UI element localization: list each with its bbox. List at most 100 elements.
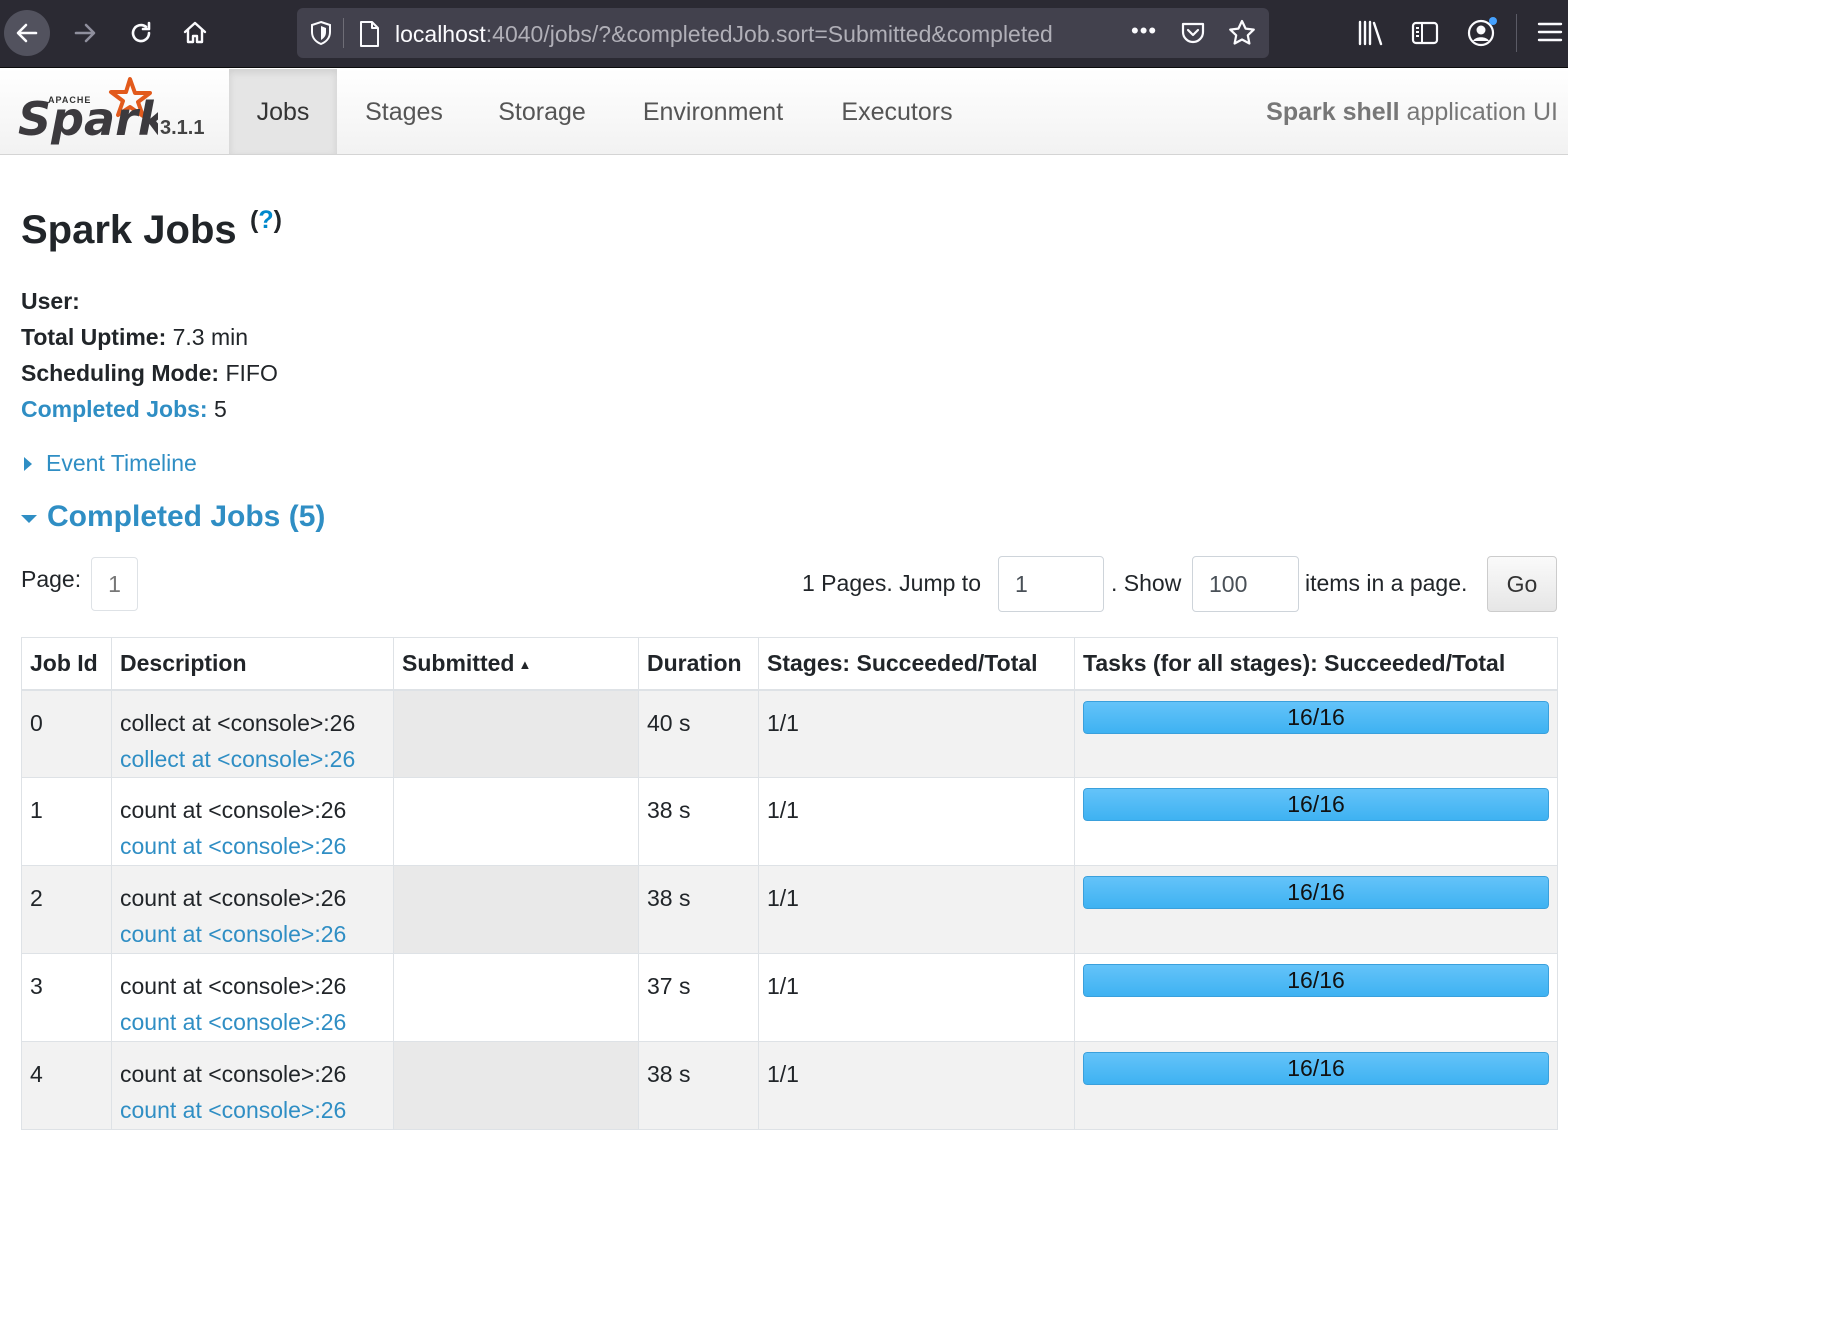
completed-jobs-count: 5 xyxy=(207,396,227,422)
forward-button[interactable] xyxy=(62,10,108,56)
tasks-progress-bar: 16/16 xyxy=(1083,788,1549,821)
submitted-cell xyxy=(393,689,639,778)
app-title: Spark shell application UI xyxy=(1266,69,1558,155)
back-button[interactable] xyxy=(4,10,50,56)
spark-navbar: APACHE Spark 3.1.1 Jobs Stages Storage E… xyxy=(0,69,1568,155)
header-duration[interactable]: Duration xyxy=(638,637,759,691)
job-description-link[interactable]: count at <console>:26 xyxy=(120,1092,385,1128)
tasks-progress-bar: 16/16 xyxy=(1083,876,1549,909)
stages-cell: 1/1 xyxy=(758,689,1075,778)
tab-stages[interactable]: Stages xyxy=(341,69,467,154)
table-row: 1 count at <console>:26 count at <console… xyxy=(21,777,1558,866)
table-header-row: Job Id Description Submitted ▲ Duration S… xyxy=(21,637,1558,691)
progress-label: 16/16 xyxy=(1287,703,1345,730)
url-bar[interactable]: localhost:4040/jobs/?&completedJob.sort=… xyxy=(297,8,1269,58)
spark-logo[interactable]: APACHE Spark xyxy=(18,73,171,149)
header-stages[interactable]: Stages: Succeeded/Total xyxy=(758,637,1075,691)
tab-environment[interactable]: Environment xyxy=(620,69,806,154)
page-size-input[interactable]: 100 xyxy=(1192,556,1299,612)
submitted-cell xyxy=(393,777,639,866)
job-description-text: count at <console>:26 xyxy=(120,885,347,911)
pocket-icon[interactable] xyxy=(1179,19,1207,52)
summary-uptime: Total Uptime: 7.3 min xyxy=(21,319,278,355)
shield-icon[interactable] xyxy=(309,20,333,51)
url-text[interactable]: localhost:4040/jobs/?&completedJob.sort=… xyxy=(395,20,1115,48)
url-host: localhost xyxy=(395,21,486,47)
tab-jobs[interactable]: Jobs xyxy=(229,69,337,154)
page-number-button[interactable]: 1 xyxy=(91,557,138,611)
page-actions-more-icon[interactable]: ••• xyxy=(1131,18,1157,44)
table-row: 3 count at <console>:26 count at <console… xyxy=(21,953,1558,1042)
description-cell: count at <console>:26 count at <console>:… xyxy=(111,865,394,954)
app-title-suffix: application UI xyxy=(1399,98,1559,126)
page-label: Page: xyxy=(21,566,82,592)
tasks-cell: 16/16 xyxy=(1074,865,1558,954)
tasks-progress-bar: 16/16 xyxy=(1083,964,1549,997)
scheduling-value: FIFO xyxy=(219,360,278,386)
description-cell: collect at <console>:26 collect at <conso… xyxy=(111,689,394,778)
header-description[interactable]: Description xyxy=(111,637,394,691)
job-description-link[interactable]: count at <console>:26 xyxy=(120,916,385,952)
go-button[interactable]: Go xyxy=(1487,556,1557,612)
hamburger-menu-icon[interactable] xyxy=(1536,18,1564,51)
tasks-cell: 16/16 xyxy=(1074,689,1558,778)
job-description-link[interactable]: count at <console>:26 xyxy=(120,828,385,864)
help-question-icon[interactable]: ? xyxy=(258,206,273,234)
account-icon[interactable] xyxy=(1466,16,1498,53)
completed-jobs-link[interactable]: Completed Jobs: xyxy=(21,396,208,422)
job-description-text: count at <console>:26 xyxy=(120,797,347,823)
pages-jump-label: 1 Pages. Jump to xyxy=(802,570,981,596)
table-row: 0 collect at <console>:26 collect at <con… xyxy=(21,689,1558,778)
header-tasks[interactable]: Tasks (for all stages): Succeeded/Total xyxy=(1074,637,1558,691)
description-cell: count at <console>:26 count at <console>:… xyxy=(111,1041,394,1130)
completed-jobs-toggle[interactable]: Completed Jobs (5) xyxy=(21,500,325,534)
tasks-cell: 16/16 xyxy=(1074,953,1558,1042)
caret-down-icon xyxy=(21,515,37,523)
event-timeline-toggle[interactable]: Event Timeline xyxy=(21,450,197,477)
scheduling-label: Scheduling Mode: xyxy=(21,360,220,386)
url-separator xyxy=(343,18,344,48)
tab-storage[interactable]: Storage xyxy=(477,69,607,154)
help-close-paren: ) xyxy=(273,206,282,234)
tasks-progress-bar: 16/16 xyxy=(1083,1052,1549,1085)
page-icon[interactable] xyxy=(357,20,381,53)
tasks-progress-bar: 16/16 xyxy=(1083,700,1549,734)
completed-jobs-heading: Completed Jobs (5) xyxy=(47,500,326,533)
job-description-text: count at <console>:26 xyxy=(120,1061,347,1087)
header-submitted[interactable]: Submitted ▲ xyxy=(393,637,639,691)
description-cell: count at <console>:26 count at <console>:… xyxy=(111,777,394,866)
progress-label: 16/16 xyxy=(1287,791,1345,817)
stages-cell: 1/1 xyxy=(758,953,1075,1042)
header-job-id[interactable]: Job Id xyxy=(21,637,112,691)
summary-scheduling: Scheduling Mode: FIFO xyxy=(21,355,278,391)
arrow-left-icon xyxy=(16,23,38,43)
tasks-cell: 16/16 xyxy=(1074,1041,1558,1130)
show-label: . Show xyxy=(1111,570,1182,596)
duration-cell: 40 s xyxy=(638,689,759,778)
jump-to-page-input[interactable]: 1 xyxy=(998,556,1104,612)
url-path: :4040/jobs/?&completedJob.sort=Submitted… xyxy=(485,21,1053,47)
tab-executors[interactable]: Executors xyxy=(820,69,974,154)
reload-button[interactable] xyxy=(118,10,164,56)
duration-cell: 37 s xyxy=(638,953,759,1042)
job-description-link[interactable]: count at <console>:26 xyxy=(120,1004,385,1040)
library-icon[interactable] xyxy=(1356,18,1386,53)
job-id-cell: 1 xyxy=(21,777,112,866)
page-title: Spark Jobs xyxy=(21,208,237,252)
toolbar-separator xyxy=(1516,14,1517,52)
job-id-cell: 4 xyxy=(21,1041,112,1130)
job-id-cell: 3 xyxy=(21,953,112,1042)
duration-cell: 38 s xyxy=(638,777,759,866)
app-name: Spark shell xyxy=(1266,98,1400,126)
caret-right-icon xyxy=(24,456,32,471)
stages-cell: 1/1 xyxy=(758,777,1075,866)
home-button[interactable] xyxy=(172,10,218,56)
submitted-cell xyxy=(393,1041,639,1130)
progress-label: 16/16 xyxy=(1287,967,1345,993)
sidebar-icon[interactable] xyxy=(1410,18,1440,53)
star-icon[interactable] xyxy=(1227,18,1257,53)
submitted-cell xyxy=(393,865,639,954)
summary-completed: Completed Jobs: 5 xyxy=(21,391,278,427)
job-description-link[interactable]: collect at <console>:26 xyxy=(120,741,385,777)
help-link[interactable]: (?) xyxy=(250,206,282,247)
